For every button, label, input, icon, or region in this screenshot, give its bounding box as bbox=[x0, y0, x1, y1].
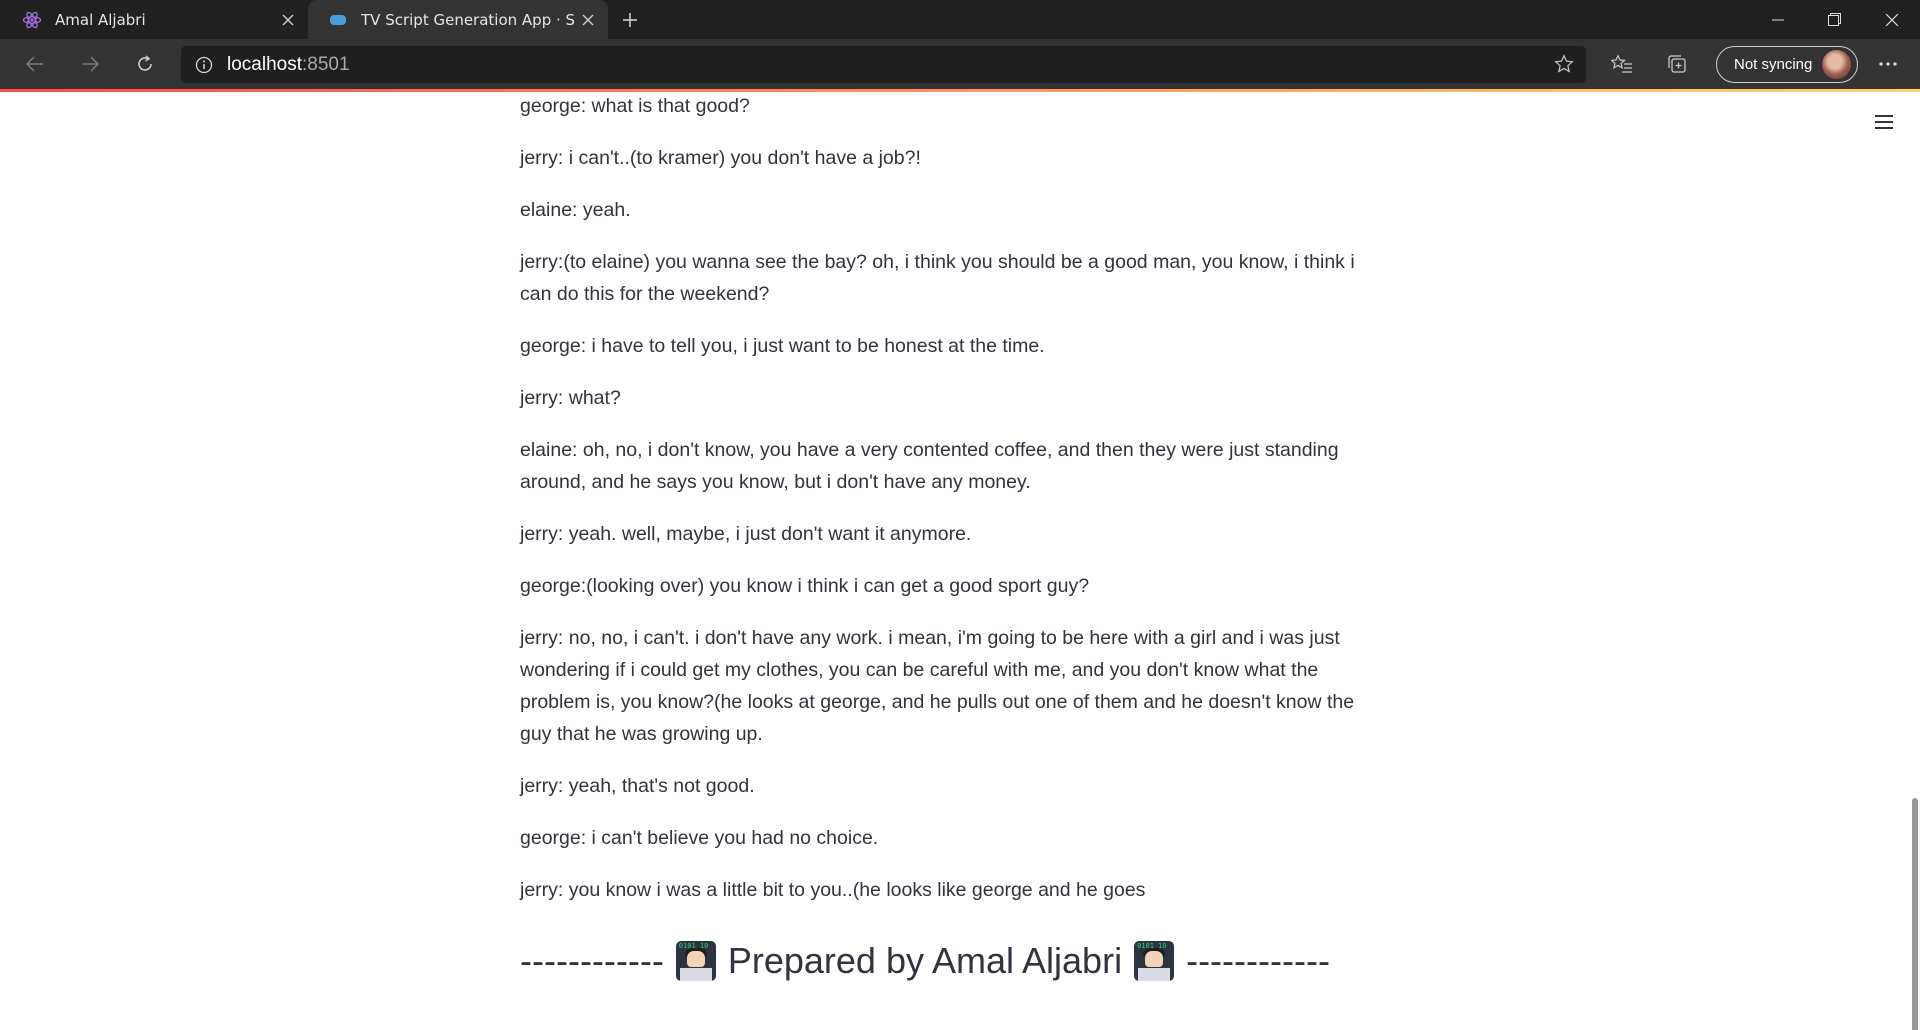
technologist-emoji-icon: 0101 10 bbox=[1134, 941, 1175, 981]
script-line: elaine: oh, no, i don't know, you have a… bbox=[520, 439, 1339, 493]
browser-toolbar: localhost:8501 Not syncing bbox=[0, 39, 1920, 89]
url-port: :8501 bbox=[302, 53, 350, 75]
refresh-icon bbox=[137, 55, 152, 71]
script-line: george: what is that good? bbox=[520, 95, 750, 117]
script-line: jerry: yeah. well, maybe, i just don't w… bbox=[520, 523, 972, 545]
script-line: jerry: i can't..(to kramer) you don't ha… bbox=[520, 147, 921, 169]
url-host: localhost bbox=[227, 53, 302, 75]
favorites-list-icon bbox=[1610, 54, 1632, 73]
script-line: elaine: yeah. bbox=[520, 199, 631, 221]
scrollbar-thumb[interactable] bbox=[1912, 798, 1918, 1030]
plus-icon bbox=[623, 12, 637, 27]
minimize-icon bbox=[1771, 19, 1784, 20]
arrow-right-icon bbox=[81, 56, 99, 72]
back-button[interactable] bbox=[7, 39, 62, 89]
script-line: jerry: you know i was a little bit to yo… bbox=[520, 879, 1146, 901]
tab-close-icon[interactable] bbox=[274, 6, 302, 34]
script-line: jerry: what? bbox=[520, 387, 621, 409]
hamburger-menu-icon[interactable] bbox=[1874, 114, 1894, 134]
script-line: jerry: yeah, that's not good. bbox=[520, 775, 755, 797]
favorites-button[interactable] bbox=[1594, 39, 1649, 89]
minimize-button[interactable] bbox=[1749, 0, 1806, 39]
refresh-button[interactable] bbox=[117, 39, 172, 89]
tab-amal-aljabri[interactable]: Amal Aljabri bbox=[0, 0, 308, 39]
tab-strip: Amal Aljabri TV Script Generation App · … bbox=[0, 0, 1920, 39]
url-text[interactable]: localhost:8501 bbox=[227, 54, 350, 76]
sync-label: Not syncing bbox=[1734, 55, 1813, 73]
forward-button[interactable] bbox=[62, 39, 117, 89]
restore-button[interactable] bbox=[1806, 0, 1863, 39]
more-options-button[interactable] bbox=[1858, 39, 1918, 89]
script-line: jerry: no, no, i can't. i don't have any… bbox=[520, 627, 1355, 745]
tab-title: Amal Aljabri bbox=[55, 10, 146, 29]
streamlit-icon bbox=[328, 10, 348, 30]
toolbar-right: Not syncing bbox=[1594, 39, 1918, 89]
profile-sync-button[interactable]: Not syncing bbox=[1716, 45, 1859, 83]
info-icon[interactable] bbox=[181, 56, 227, 74]
address-bar[interactable]: localhost:8501 bbox=[181, 46, 1586, 83]
more-icon bbox=[1879, 62, 1897, 66]
collections-button[interactable] bbox=[1649, 39, 1704, 89]
footer-text: Prepared by Amal Aljabri bbox=[727, 940, 1123, 981]
footer-dashes-left: ------------ bbox=[520, 940, 664, 981]
script-line: george: i can't believe you had no choic… bbox=[520, 827, 879, 849]
arrow-left-icon bbox=[25, 56, 43, 72]
collections-icon bbox=[1667, 55, 1686, 73]
script-line: jerry:(to elaine) you wanna see the bay?… bbox=[520, 251, 1355, 305]
technologist-emoji-icon: 0101 10 bbox=[675, 941, 716, 981]
restore-icon bbox=[1828, 13, 1841, 26]
tab-close-icon[interactable] bbox=[574, 6, 602, 34]
atom-icon bbox=[22, 10, 42, 30]
favorite-star-icon[interactable] bbox=[1554, 54, 1574, 78]
tab-tv-script-app[interactable]: TV Script Generation App · Streamlit bbox=[308, 0, 608, 39]
close-window-button[interactable] bbox=[1863, 0, 1920, 39]
window-controls bbox=[1749, 0, 1920, 39]
page-scrollbar[interactable] bbox=[1910, 92, 1920, 1030]
avatar bbox=[1822, 49, 1852, 79]
script-line: george:(looking over) you know i think i… bbox=[520, 575, 1090, 597]
new-tab-button[interactable] bbox=[608, 0, 652, 39]
tab-title: TV Script Generation App · Streamlit bbox=[361, 10, 574, 29]
close-icon bbox=[1885, 13, 1898, 26]
app-page: george: what is that good? jerry: i can'… bbox=[0, 92, 1920, 1030]
footer-dashes-right: ------------ bbox=[1186, 940, 1330, 981]
generated-script: george: what is that good? jerry: i can'… bbox=[520, 92, 1386, 926]
footer-credit: ------------ 0101 10 Prepared by Amal Al… bbox=[520, 940, 1386, 982]
script-line: george: i have to tell you, i just want … bbox=[520, 335, 1045, 357]
